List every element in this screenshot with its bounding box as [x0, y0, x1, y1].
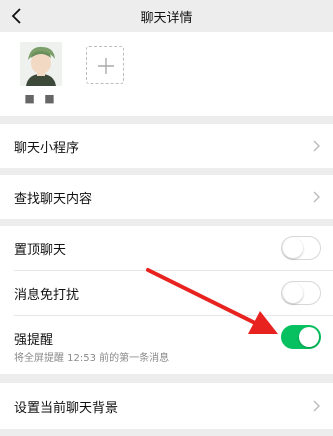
- annotation-arrow-icon: [146, 268, 278, 334]
